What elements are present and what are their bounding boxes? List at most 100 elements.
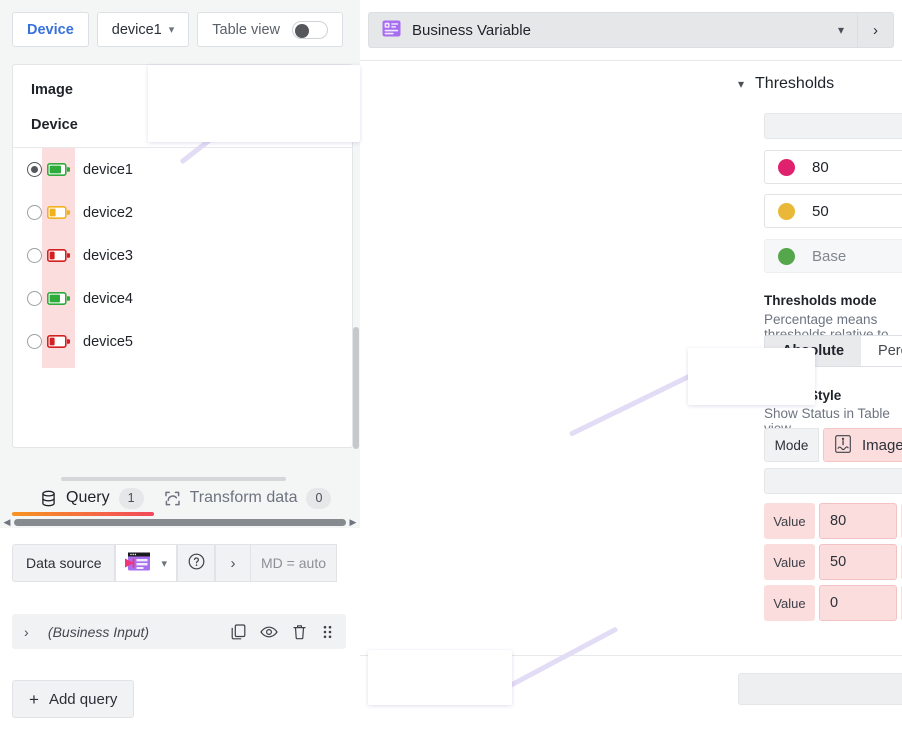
status-image-row-50: Value 50 URL https://www.wirefly.com/sit… [764,544,902,580]
chevron-right-icon: › [873,22,878,39]
max-data-points-label: MD = auto [251,544,337,582]
table-row[interactable]: device4 [13,277,352,320]
threshold-color-swatch[interactable] [778,203,795,220]
transform-icon [164,490,181,507]
tab-query-count: 1 [119,488,144,509]
chevron-down-icon: ▾ [161,557,167,570]
variable-toolbar: Device device1 ▾ Table view [12,12,343,47]
device-name: device3 [83,248,133,264]
device-variable-value: device1 [112,22,162,38]
drag-handle-icon[interactable] [321,624,334,640]
battery-icon-green [42,292,75,305]
tab-transform-label: Transform data [190,489,298,507]
threshold-value[interactable]: 80 [812,159,902,176]
add-query-label: Add query [49,691,117,708]
plus-icon: + [29,691,39,708]
options-panel: Business Variable ▾ › ▾ Thresholds + Add… [360,0,902,732]
thresholds-section-header[interactable]: ▾ Thresholds [738,75,834,93]
eye-icon[interactable] [260,625,278,639]
chevron-right-icon[interactable]: › [24,624,42,640]
bottom-pane-tabs: Query 1 Transform data 0 [0,483,360,513]
status-image-row-0: Value 0 URL https://encrypted-tbn0.gstat… [764,585,902,621]
device-variable-select[interactable]: device1 ▾ [97,12,190,47]
table-row[interactable]: device1 [13,148,352,191]
battery-icon-red [42,335,75,348]
status-mode-label: Mode [764,428,819,462]
scroll-left-arrow[interactable]: ◀ [0,517,14,528]
collapse-options-button[interactable]: › [858,12,894,48]
battery-icon-green [42,163,75,176]
table-row[interactable]: device3 [13,234,352,277]
tab-transform-count: 0 [306,488,331,509]
panel-title: Business Variable [412,22,827,39]
database-icon [40,490,57,507]
panel-resize-handle[interactable] [61,477,286,481]
add-threshold-button-status[interactable]: + Add threshold [764,468,902,494]
threshold-color-swatch[interactable] [778,159,795,176]
threshold-row-50[interactable]: 50 [764,194,902,228]
value-label: Value [764,585,815,621]
threshold-row-base[interactable]: Base [764,239,902,273]
mode-option-percentage[interactable]: Percentage [861,336,902,366]
add-query-button[interactable]: + Add query [12,680,134,718]
threshold-row-80[interactable]: 80 [764,150,902,184]
panel-editor-screen: Device device1 ▾ Table view Image Device [0,0,902,732]
device-variable-label[interactable]: Device [12,12,89,47]
device-radio[interactable] [27,291,42,306]
annotation-2 [368,650,512,705]
chevron-down-icon: ▾ [169,23,175,36]
scrollbar-thumb[interactable] [14,519,346,526]
battery-icon-red [42,249,75,262]
value-input[interactable]: 0 [819,585,897,621]
scroll-right-arrow[interactable]: ▶ [346,517,360,528]
query-row-business-input[interactable]: › (Business Input) [12,614,346,649]
data-source-help-button[interactable] [177,544,215,582]
device-variable-label-text: Device [27,22,74,38]
tab-query-label: Query [66,489,110,507]
header-divider [360,60,902,61]
chevron-down-icon: ▾ [738,77,744,91]
query-name: (Business Input) [42,624,231,640]
device-table-rows: device1 device2 device3 [13,148,352,363]
threshold-color-swatch[interactable] [778,248,795,265]
value-input[interactable]: 80 [819,503,897,539]
trash-icon[interactable] [292,624,307,640]
table-view-toggle[interactable]: Table view [197,12,343,47]
image-mode-icon [835,435,851,456]
device-radio[interactable] [27,205,42,220]
query-row-actions [231,624,334,640]
left-panel-scrollbar[interactable] [353,327,359,449]
threshold-value[interactable]: 50 [812,203,902,220]
table-row[interactable]: device2 [13,191,352,234]
data-source-label: Data source [12,544,115,582]
annotation-1 [688,348,815,405]
status-mode-row: Mode Image ▾ [764,428,902,462]
status-mode-select[interactable]: Image ▾ [823,428,902,462]
panel-type-selector[interactable]: Business Variable ▾ [368,12,858,48]
device-radio[interactable] [27,334,42,349]
thresholds-mode-label: Thresholds mode [764,293,877,308]
device-name: device1 [83,162,133,178]
device-radio[interactable] [27,162,42,177]
data-source-next-button[interactable]: › [215,544,251,582]
tab-query[interactable]: Query 1 [30,483,154,513]
device-radio[interactable] [27,248,42,263]
battery-icon-yellow [42,206,75,219]
table-row[interactable]: device5 [13,320,352,363]
add-threshold-button-top[interactable]: + Add threshold [764,113,902,139]
threshold-value: Base [812,248,902,265]
data-source-picker[interactable]: ▾ [115,544,177,582]
add-field-override-button[interactable]: + Add field override [738,673,902,705]
value-label: Value [764,503,815,539]
horizontal-scrollbar[interactable]: ◀ ▶ [0,516,360,528]
table-view-label: Table view [212,22,280,38]
table-view-switch[interactable] [292,21,328,39]
annotation-3 [148,65,360,142]
value-input[interactable]: 50 [819,544,897,580]
device-name: device4 [83,291,133,307]
duplicate-icon[interactable] [231,624,246,640]
status-image-row-80: Value 80 URL https://encrypted-tbn0.gsta… [764,503,902,539]
tab-transform-data[interactable]: Transform data 0 [154,483,342,513]
business-variable-icon [382,20,401,40]
value-label: Value [764,544,815,580]
